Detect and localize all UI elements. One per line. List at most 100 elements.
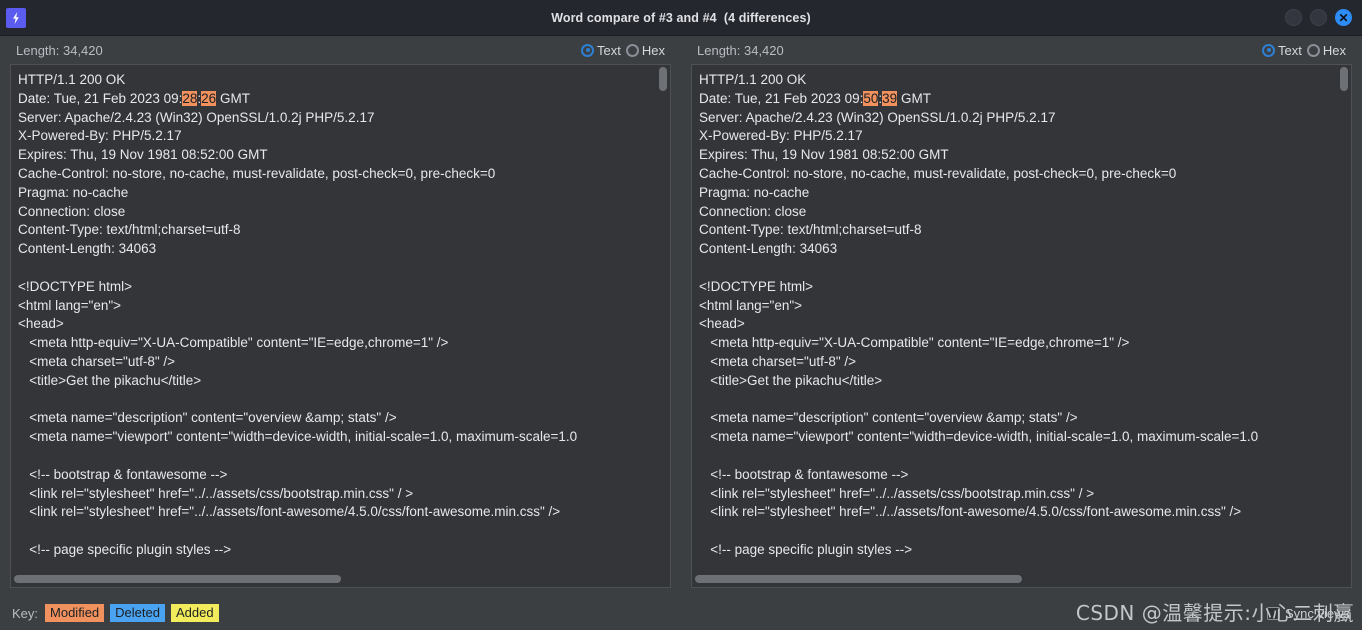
left-view-toggle: Text Hex: [581, 43, 665, 58]
left-textview[interactable]: HTTP/1.1 200 OK Date: Tue, 21 Feb 2023 09…: [10, 64, 671, 588]
code-line: Content-Length: 34063: [699, 241, 838, 257]
lightning-bolt-icon: [6, 7, 26, 28]
code-line: Pragma: no-cache: [699, 184, 810, 200]
right-textview-content: HTTP/1.1 200 OK Date: Tue, 21 Feb 2023 09…: [692, 65, 1351, 573]
left-response-text: HTTP/1.1 200 OK Date: Tue, 21 Feb 2023 09…: [18, 71, 670, 560]
code-line: Cache-Control: no-store, no-cache, must-…: [699, 165, 1177, 181]
code-line: <!-- page specific plugin styles -->: [699, 541, 913, 557]
legend-added-chip: Added: [170, 604, 219, 622]
right-radio-text[interactable]: Text: [1262, 43, 1302, 58]
right-vertical-scrollbar[interactable]: [1339, 67, 1349, 585]
right-horizontal-scroll-thumb[interactable]: [695, 575, 1022, 583]
code-line: Date: Tue, 21 Feb 2023 09:28:26 GMT: [18, 90, 250, 106]
right-horizontal-scrollbar[interactable]: [695, 573, 1348, 584]
maximize-button[interactable]: [1310, 9, 1327, 26]
code-line: <html lang="en">: [18, 297, 122, 313]
left-textview-content: HTTP/1.1 200 OK Date: Tue, 21 Feb 2023 09…: [11, 65, 670, 573]
diff-mod-highlight: 26: [201, 90, 217, 106]
window-title: Word compare of #3 and #4 (4 differences…: [551, 10, 811, 25]
sync-views-checkbox[interactable]: Sync views: [1266, 605, 1350, 621]
code-line: <head>: [18, 316, 64, 332]
left-radio-text-label: Text: [597, 42, 621, 58]
right-panel-header: Length: 34,420 Text Hex: [691, 36, 1352, 64]
left-vertical-scrollbar[interactable]: [658, 67, 668, 585]
close-button[interactable]: ✕: [1335, 9, 1352, 26]
code-line: <meta name="description" content="overvi…: [18, 410, 397, 426]
code-line: X-Powered-By: PHP/5.2.17: [699, 128, 863, 144]
radio-unselected-icon: [625, 43, 639, 57]
legend-footer: Key: Modified Deleted Added Sync views C…: [0, 596, 1362, 630]
code-line: Date: Tue, 21 Feb 2023 09:50:39 GMT: [699, 90, 931, 106]
left-vertical-scroll-thumb[interactable]: [659, 67, 667, 91]
diff-mod-highlight: 28: [182, 90, 198, 106]
left-horizontal-scrollbar[interactable]: [14, 573, 667, 584]
code-line: <link rel="stylesheet" href="../../asset…: [699, 485, 1095, 501]
code-line: <meta charset="utf-8" />: [18, 353, 176, 369]
code-line: <meta http-equiv="X-UA-Compatible" conte…: [18, 335, 449, 351]
radio-selected-icon: [1262, 43, 1276, 57]
code-line: <meta charset="utf-8" />: [699, 353, 857, 369]
code-line: HTTP/1.1 200 OK: [699, 72, 807, 87]
code-line: <!DOCTYPE html>: [699, 278, 814, 294]
legend-deleted-chip: Deleted: [110, 604, 165, 622]
code-line: <meta name="viewport" content="width=dev…: [18, 429, 578, 445]
right-view-toggle: Text Hex: [1262, 43, 1346, 58]
left-length-label: Length: 34,420: [16, 42, 103, 58]
diff-mod-highlight: 39: [882, 90, 898, 106]
code-line: <title>Get the pikachu</title>: [699, 372, 883, 388]
right-radio-hex-label: Hex: [1322, 42, 1346, 58]
code-line: X-Powered-By: PHP/5.2.17: [18, 128, 182, 144]
left-radio-text[interactable]: Text: [581, 43, 621, 58]
right-response-text: HTTP/1.1 200 OK Date: Tue, 21 Feb 2023 09…: [699, 71, 1351, 560]
key-label: Key:: [12, 605, 39, 621]
radio-selected-icon: [581, 43, 595, 57]
right-radio-hex[interactable]: Hex: [1306, 42, 1346, 58]
left-panel: Length: 34,420 Text Hex HTTP/1.1 200 OK D…: [0, 36, 681, 596]
minimize-button[interactable]: [1285, 9, 1302, 26]
code-line: <title>Get the pikachu</title>: [18, 372, 202, 388]
code-line: HTTP/1.1 200 OK: [18, 72, 126, 87]
code-line: <!-- page specific plugin styles -->: [18, 541, 232, 557]
left-radio-hex[interactable]: Hex: [625, 42, 665, 58]
code-line: Connection: close: [699, 203, 807, 219]
code-line: Pragma: no-cache: [18, 184, 129, 200]
right-panel: Length: 34,420 Text Hex HTTP/1.1 200 OK D…: [681, 36, 1362, 596]
code-line: Content-Length: 34063: [18, 241, 157, 257]
right-vertical-scroll-thumb[interactable]: [1340, 67, 1348, 91]
legend-modified-chip: Modified: [45, 604, 105, 622]
diff-mod-highlight: 50: [863, 90, 879, 106]
left-horizontal-scroll-thumb[interactable]: [14, 575, 341, 583]
code-line: Connection: close: [18, 203, 126, 219]
code-line: <head>: [699, 316, 745, 332]
code-line: Content-Type: text/html;charset=utf-8: [699, 222, 922, 238]
window-controls: ✕: [1285, 9, 1362, 26]
compare-panels: Length: 34,420 Text Hex HTTP/1.1 200 OK D…: [0, 36, 1362, 596]
code-line: Server: Apache/2.4.23 (Win32) OpenSSL/1.…: [699, 109, 1056, 125]
word-compare-window: Word compare of #3 and #4 (4 differences…: [0, 0, 1362, 630]
code-line: <link rel="stylesheet" href="../../asset…: [18, 485, 414, 501]
code-line: <link rel="stylesheet" href="../../asset…: [699, 504, 1242, 520]
right-textview[interactable]: HTTP/1.1 200 OK Date: Tue, 21 Feb 2023 09…: [691, 64, 1352, 588]
code-line: <!DOCTYPE html>: [18, 278, 133, 294]
code-line: <!-- bootstrap & fontawesome -->: [699, 466, 909, 482]
code-line: Cache-Control: no-store, no-cache, must-…: [18, 165, 496, 181]
right-length-label: Length: 34,420: [697, 42, 784, 58]
code-line: <link rel="stylesheet" href="../../asset…: [18, 504, 561, 520]
left-radio-hex-label: Hex: [641, 42, 665, 58]
title-bar: Word compare of #3 and #4 (4 differences…: [0, 0, 1362, 36]
code-line: Expires: Thu, 19 Nov 1981 08:52:00 GMT: [699, 147, 949, 163]
sync-views-label: Sync views: [1284, 605, 1350, 621]
code-line: Server: Apache/2.4.23 (Win32) OpenSSL/1.…: [18, 109, 375, 125]
code-line: <!-- bootstrap & fontawesome -->: [18, 466, 228, 482]
code-line: <meta name="description" content="overvi…: [699, 410, 1078, 426]
code-line: <meta http-equiv="X-UA-Compatible" conte…: [699, 335, 1130, 351]
checkbox-icon: [1266, 606, 1280, 620]
code-line: <html lang="en">: [699, 297, 803, 313]
